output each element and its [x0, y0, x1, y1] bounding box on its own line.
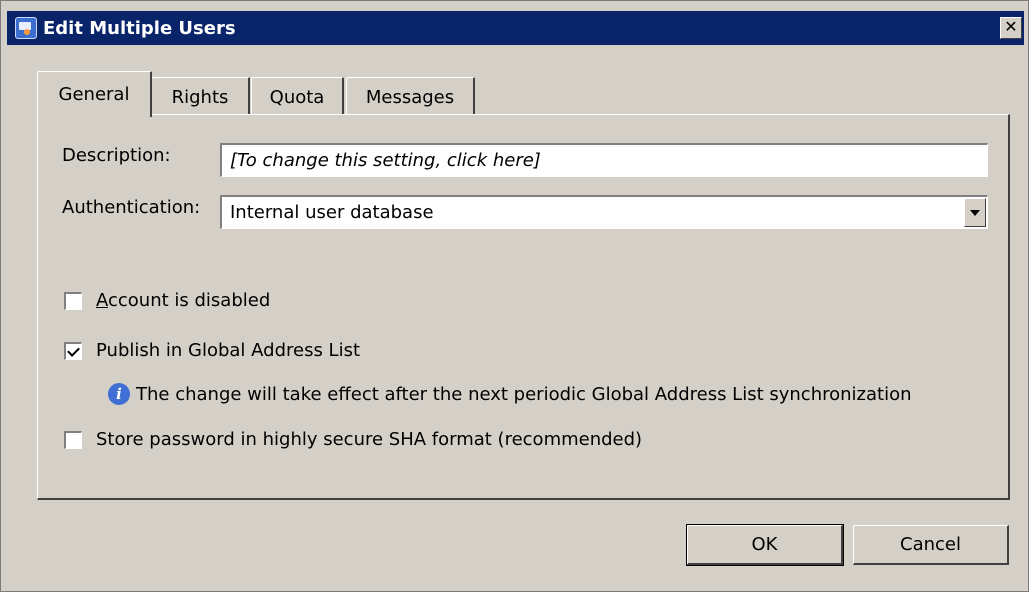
cancel-button[interactable]: Cancel — [853, 525, 1009, 565]
store-sha-option[interactable]: Store password in highly secure SHA form… — [64, 429, 642, 450]
account-disabled-label: Account is disabled — [96, 290, 270, 311]
account-disabled-option[interactable]: Account is disabled — [64, 290, 270, 311]
tab-rights[interactable]: Rights — [151, 77, 250, 116]
authentication-label: Authentication: — [62, 197, 201, 218]
tab-messages-label: Messages — [365, 86, 455, 108]
description-label: Description: — [62, 145, 171, 166]
authentication-value: Internal user database — [230, 202, 434, 223]
edit-users-dialog: Edit Multiple Users ✕ General Rights Quo… — [0, 0, 1029, 592]
title-bar[interactable]: Edit Multiple Users ✕ — [7, 11, 1024, 45]
tab-quota-label: Quota — [269, 86, 325, 108]
store-sha-label: Store password in highly secure SHA form… — [96, 429, 643, 450]
publish-gal-checkbox[interactable] — [64, 341, 82, 360]
ok-button-label: OK — [751, 534, 778, 555]
account-disabled-label-rest: ccount is disabled — [108, 290, 271, 311]
general-tab-panel: Description: [To change this setting, cl… — [37, 114, 1010, 500]
gal-sync-info: i The change will take effect after the … — [108, 383, 912, 405]
authentication-select[interactable]: Internal user database — [220, 195, 988, 229]
account-disabled-checkbox[interactable] — [64, 291, 82, 310]
tab-quota[interactable]: Quota — [251, 77, 344, 116]
info-icon: i — [108, 383, 130, 405]
app-icon — [15, 17, 37, 39]
account-disabled-mnemonic: A — [96, 290, 108, 311]
close-button[interactable]: ✕ — [1000, 17, 1022, 39]
tab-rights-label: Rights — [171, 86, 229, 108]
tab-general-label: General — [58, 84, 130, 105]
cancel-button-label: Cancel — [900, 534, 961, 555]
description-value: [To change this setting, click here] — [230, 150, 541, 171]
publish-gal-label: Publish in Global Address List — [96, 340, 361, 361]
chevron-down-icon[interactable] — [964, 198, 986, 227]
window-title: Edit Multiple Users — [43, 17, 236, 39]
close-icon: ✕ — [1004, 17, 1018, 36]
store-sha-checkbox[interactable] — [64, 430, 82, 449]
publish-gal-option[interactable]: Publish in Global Address List — [64, 340, 360, 361]
ok-button[interactable]: OK — [686, 524, 844, 566]
description-field[interactable]: [To change this setting, click here] — [220, 143, 988, 177]
tab-messages[interactable]: Messages — [346, 77, 475, 116]
info-text: The change will take effect after the ne… — [136, 383, 912, 405]
tab-general[interactable]: General — [37, 71, 152, 117]
